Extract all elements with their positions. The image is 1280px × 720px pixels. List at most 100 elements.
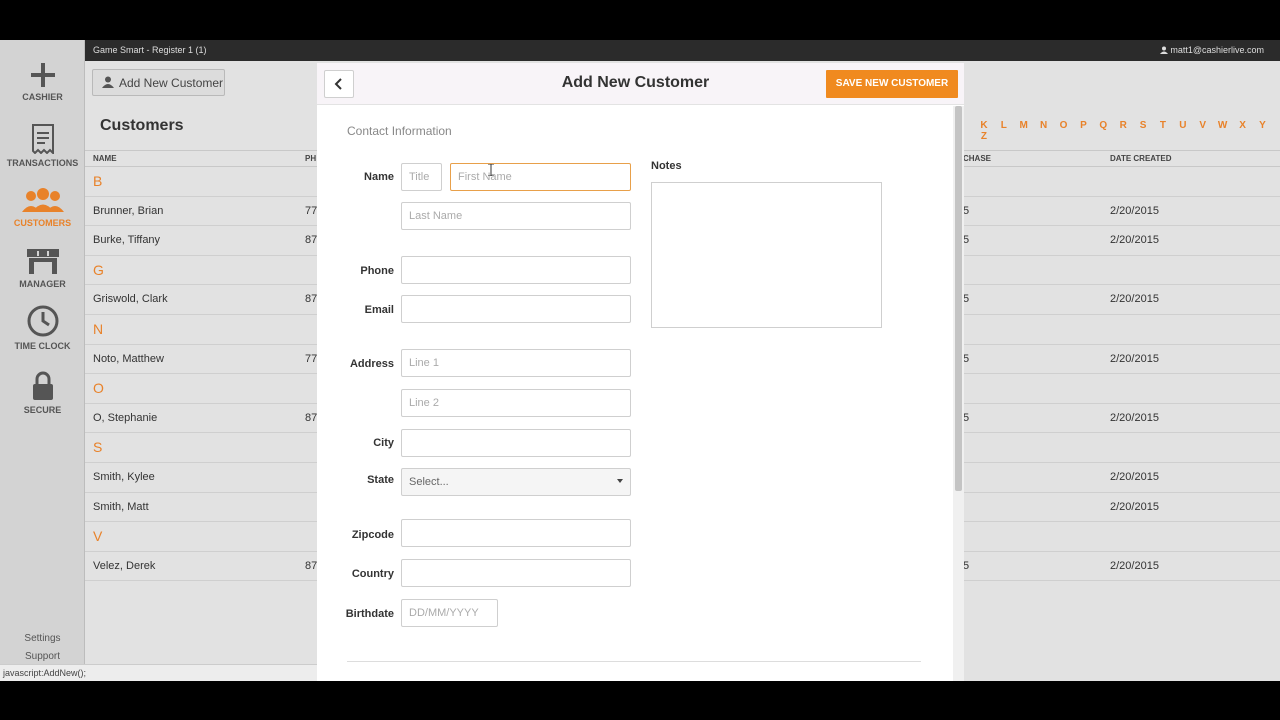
divider <box>347 661 921 662</box>
alphabet-letter[interactable]: O <box>1054 120 1074 131</box>
country-field[interactable] <box>401 559 631 587</box>
customer-phone: 87 <box>305 293 318 306</box>
phone-label: Phone <box>360 265 394 277</box>
alphabet-letter[interactable]: Z <box>974 131 994 142</box>
sidebar-item-label: TIME CLOCK <box>14 341 71 351</box>
modal-header: Add New Customer SAVE NEW CUSTOMER <box>317 63 964 105</box>
alphabet-letter[interactable]: T <box>1153 120 1173 131</box>
people-icon <box>21 188 64 212</box>
text-cursor-icon <box>488 164 494 176</box>
app-window: CASHIER TRANSACTIONS CUSTOMERS MANAGER T… <box>0 40 1280 681</box>
customer-name: Noto, Matthew <box>93 352 164 365</box>
customer-name: Velez, Derek <box>93 559 156 572</box>
add-new-customer-button[interactable]: Add New Customer <box>92 69 225 96</box>
alphabet-letter[interactable]: U <box>1173 120 1193 131</box>
group-letter: G <box>93 261 104 278</box>
sidebar-item-time-clock[interactable]: TIME CLOCK <box>0 305 85 351</box>
phone-field[interactable] <box>401 256 631 284</box>
page-title: Customers <box>100 117 184 134</box>
customer-date-created: 2/20/2015 <box>1110 234 1159 247</box>
sidebar-item-secure[interactable]: SECURE <box>0 371 85 415</box>
customer-date-created: 2/20/2015 <box>1110 204 1159 217</box>
customer-name: Griswold, Clark <box>93 293 168 306</box>
alphabet-letter[interactable]: S <box>1133 120 1153 131</box>
address-label: Address <box>349 358 394 370</box>
zipcode-label: Zipcode <box>351 529 394 541</box>
alphabet-letter[interactable]: M <box>1014 120 1034 131</box>
zipcode-field[interactable] <box>401 519 631 547</box>
customer-phone: 87 <box>305 559 318 572</box>
state-label: State <box>367 474 394 486</box>
group-letter: V <box>93 528 103 545</box>
scrollbar-thumb[interactable] <box>955 106 962 491</box>
person-icon <box>102 76 114 88</box>
plus-icon <box>30 63 55 87</box>
alphabet-letter[interactable]: L <box>994 120 1014 131</box>
sidebar-item-cashier[interactable]: CASHIER <box>0 62 85 102</box>
group-letter: O <box>93 380 104 397</box>
first-name-field[interactable]: First Name <box>450 163 631 191</box>
top-bar: Game Smart - Register 1 (1) matt1@cashie… <box>85 40 1280 61</box>
save-new-customer-button[interactable]: SAVE NEW CUSTOMER <box>826 70 958 98</box>
customer-date-created: 2/20/2015 <box>1110 352 1159 365</box>
state-select[interactable]: Select... <box>401 468 631 496</box>
customer-date-created: 2/20/2015 <box>1110 293 1159 306</box>
sidebar-item-label: TRANSACTIONS <box>6 158 79 168</box>
column-date-created[interactable]: DATE CREATED <box>1110 154 1171 163</box>
user-email: matt1@cashierlive.com <box>1170 45 1264 55</box>
column-name[interactable]: NAME <box>93 154 117 163</box>
alphabet-letter[interactable]: P <box>1073 120 1093 131</box>
email-label: Email <box>364 304 394 316</box>
email-field[interactable] <box>401 295 631 323</box>
lock-icon <box>32 371 53 400</box>
address-line1-field[interactable]: Line 1 <box>401 349 631 377</box>
alphabet-letter[interactable]: Y <box>1252 120 1272 131</box>
customer-phone: 87 <box>305 411 318 424</box>
sidebar-item-manager[interactable]: MANAGER <box>0 247 85 289</box>
notes-label: Notes <box>651 160 682 172</box>
sidebar-item-transactions[interactable]: TRANSACTIONS <box>0 124 85 168</box>
caret-down-icon <box>617 479 623 483</box>
customer-name: Smith, Kylee <box>93 471 155 483</box>
column-purchase[interactable]: CHASE <box>963 154 991 163</box>
sidebar-item-label: SECURE <box>23 405 62 415</box>
column-phone[interactable]: PH <box>305 154 316 163</box>
sidebar-item-customers[interactable]: CUSTOMERS <box>0 188 85 228</box>
register-title: Game Smart - Register 1 (1) <box>93 45 207 55</box>
alphabet-letter[interactable]: R <box>1113 120 1133 131</box>
modal-scrollbar[interactable] <box>953 106 964 681</box>
birthdate-label: Birthdate <box>345 608 394 620</box>
customer-name: O, Stephanie <box>93 411 158 424</box>
country-label: Country <box>351 568 394 580</box>
sidebar-item-label: CUSTOMERS <box>13 218 72 228</box>
support-link[interactable]: Support <box>0 651 85 662</box>
customer-date-created: 2/20/2015 <box>1110 500 1159 513</box>
settings-link[interactable]: Settings <box>0 633 85 644</box>
store-icon <box>26 249 59 274</box>
notes-textarea[interactable] <box>651 182 882 328</box>
address-line2-field[interactable]: Line 2 <box>401 389 631 417</box>
customer-phone: 87 <box>305 234 318 247</box>
customer-phone: 77 <box>305 352 318 365</box>
alphabet-letter[interactable]: K <box>974 120 994 131</box>
alphabet-letter[interactable]: X <box>1233 120 1253 131</box>
clock-icon <box>27 305 58 337</box>
alphabet-letter[interactable]: V <box>1193 120 1213 131</box>
customer-phone: 77 <box>305 204 318 217</box>
user-menu[interactable]: matt1@cashierlive.com <box>1159 45 1264 55</box>
last-name-field[interactable]: Last Name <box>401 202 631 230</box>
sidebar: CASHIER TRANSACTIONS CUSTOMERS MANAGER T… <box>0 40 85 681</box>
group-letter: N <box>93 321 104 337</box>
alphabet-letter[interactable]: N <box>1034 120 1054 131</box>
sidebar-item-label: CASHIER <box>22 92 63 102</box>
alphabet-letter[interactable]: W <box>1213 120 1233 131</box>
state-select-value: Select... <box>409 476 449 488</box>
birthdate-field[interactable]: DD/MM/YYYY <box>401 599 498 627</box>
city-field[interactable] <box>401 429 631 457</box>
title-field[interactable]: Title <box>401 163 442 191</box>
customer-name: Brunner, Brian <box>93 204 164 217</box>
section-title: Contact Information <box>347 124 452 138</box>
add-customer-modal: Add New Customer SAVE NEW CUSTOMER Conta… <box>317 63 964 681</box>
customer-date-created: 2/20/2015 <box>1110 559 1159 572</box>
alphabet-letter[interactable]: Q <box>1093 120 1113 131</box>
